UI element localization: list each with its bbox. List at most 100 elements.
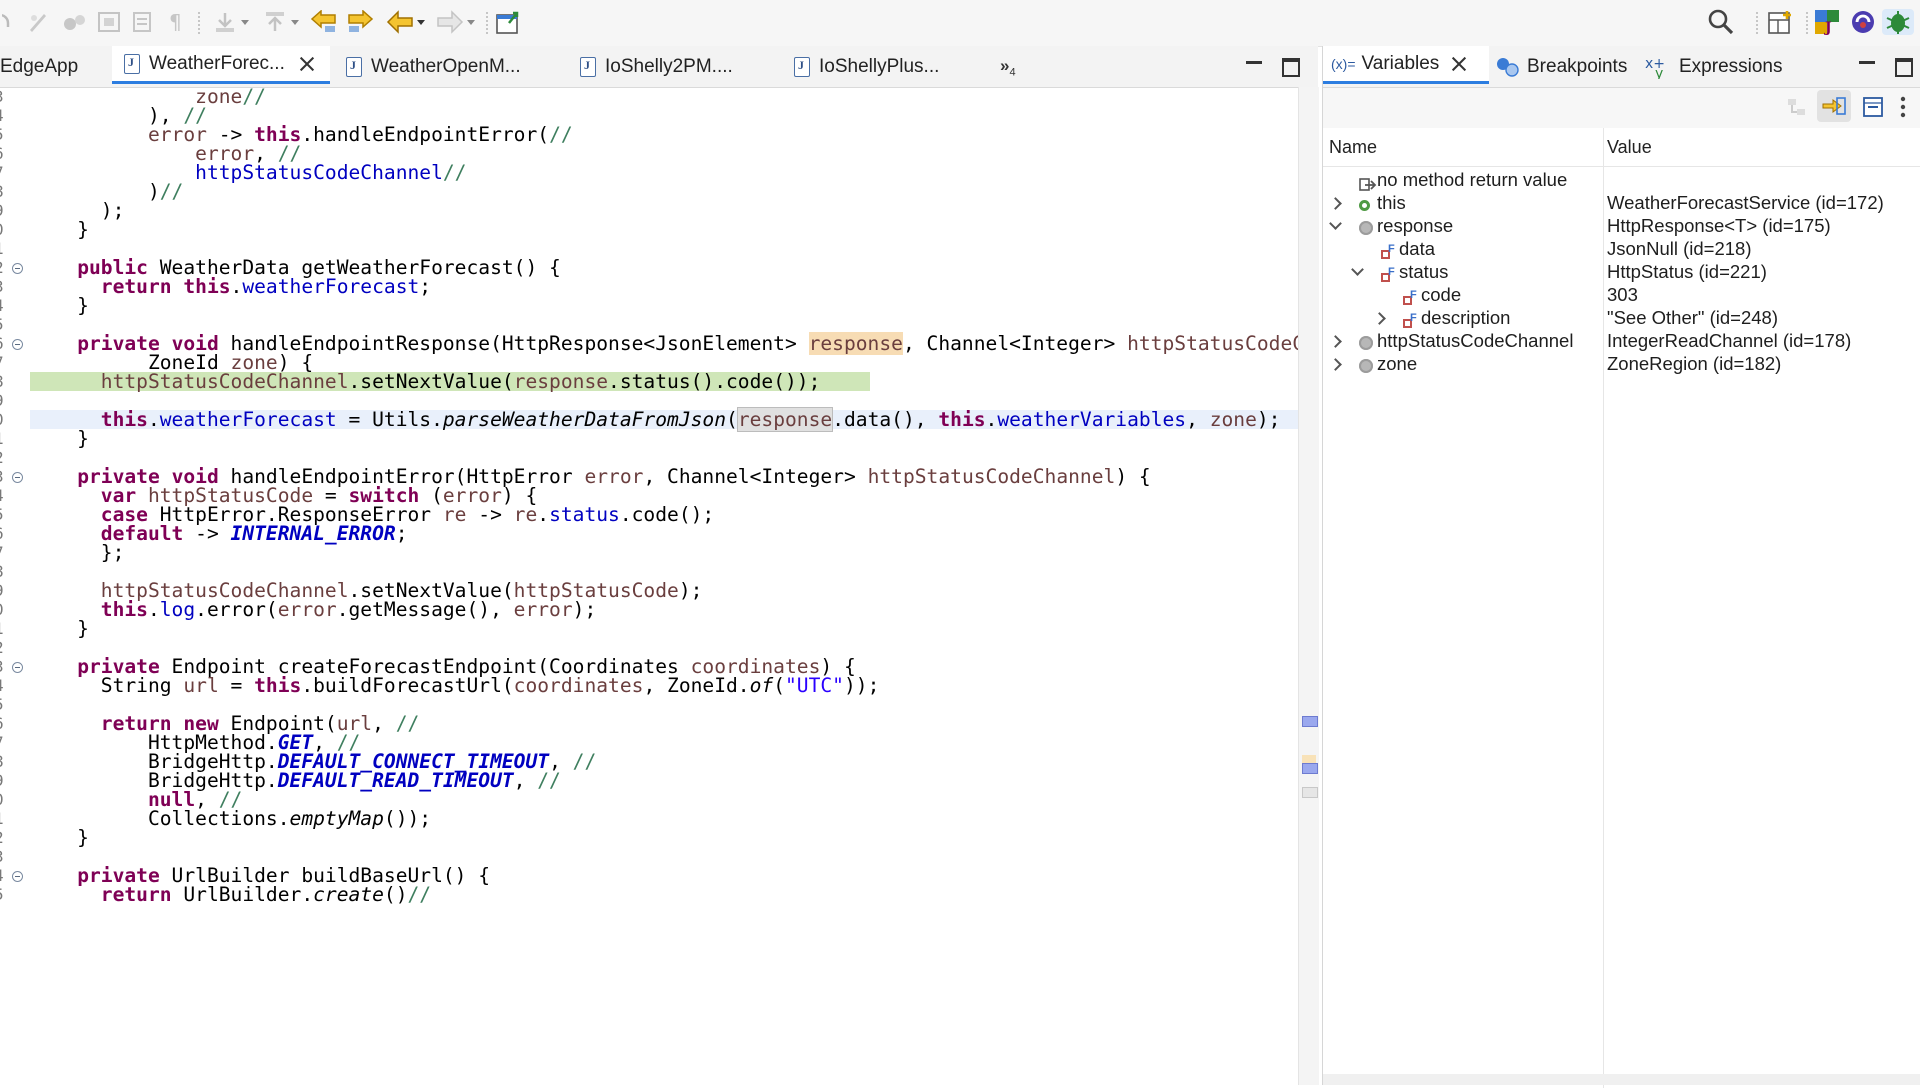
toggle-block-selection-icon[interactable] [94,9,124,35]
variable-row[interactable]: httpStatusCodeChannel IntegerReadChannel … [1323,329,1920,352]
variable-name: zone [1377,353,1418,374]
next-annotation-dropdown[interactable] [208,9,252,35]
collapse-all-icon[interactable] [1859,94,1887,120]
variable-row[interactable]: data JsonNull (id=218) [1323,237,1920,261]
variable-row[interactable]: no method return value [1323,168,1920,191]
minimize-button[interactable] [1246,61,1262,64]
variable-row[interactable]: description "See Other" (id=248) [1323,306,1920,330]
view-menu-icon[interactable] [1893,94,1913,120]
code-area[interactable]: 3 zone//4 ), //5 error -> this.handleEnd… [0,87,1298,1085]
code-line[interactable]: 7 httpStatusCodeChannel// [0,163,1298,183]
chevron-right-icon[interactable] [1373,312,1386,325]
line-number: 6 [0,144,8,163]
tab-edgeapp[interactable]: EdgeApp [0,46,108,87]
last-edit-location-icon[interactable] [308,9,340,35]
code-line[interactable]: 8 )// [0,182,1298,202]
variable-row[interactable]: code 303 [1323,283,1920,307]
forward-dropdown[interactable] [432,9,478,35]
variable-value: 303 [1607,284,1638,305]
git-perspective-icon[interactable] [1848,9,1878,35]
forward-edit-location-icon[interactable] [344,9,376,35]
toggle-mark-occurrences-icon[interactable] [24,9,52,35]
code-line[interactable]: 1 } [0,619,1298,639]
tab-ioshellyplus[interactable]: J IoShellyPlus... [794,46,939,87]
variable-row[interactable]: this WeatherForecastService (id=172) [1323,191,1920,214]
code-text: Collections.emptyMap()); [30,807,432,830]
code-line[interactable]: 2 } [0,828,1298,848]
fold-toggle-icon[interactable] [12,339,23,350]
pin-editor-icon[interactable] [494,9,522,35]
help-icon[interactable] [0,9,16,35]
code-line[interactable]: 7 }; [0,543,1298,563]
close-icon[interactable] [299,56,315,72]
column-header-value[interactable]: Value [1607,137,1652,158]
java-perspective-icon[interactable]: J [1812,9,1842,36]
variable-value: IntegerReadChannel (id=178) [1607,330,1852,351]
open-perspective-icon[interactable] [1766,9,1796,35]
overview-ruler[interactable] [1298,87,1319,1085]
tab-variables[interactable]: (x)= Variables [1323,46,1489,84]
line-number: 8 [0,182,8,201]
chevron-down-icon[interactable] [1351,263,1364,276]
line-number: 2 [0,258,8,277]
code-line[interactable]: 8 httpStatusCodeChannel.setNextValue(res… [0,372,1298,392]
code-line[interactable]: 5 return UrlBuilder.create()// [0,885,1298,905]
code-line[interactable]: 1 Collections.emptyMap()); [0,807,1298,830]
code-line[interactable]: 6 default -> INTERNAL_ERROR; [0,524,1298,544]
code-line[interactable]: 0 this.log.error(error.getMessage(), err… [0,600,1298,620]
column-header-name[interactable]: Name [1329,137,1377,158]
code-line[interactable]: 0 } [0,220,1298,240]
variable-name: httpStatusCodeChannel [1377,330,1574,351]
chevron-right-icon[interactable] [1329,197,1342,210]
chevron-down-icon[interactable] [1329,217,1342,230]
close-icon[interactable] [1451,56,1467,72]
variable-row[interactable]: zone ZoneRegion (id=182) [1323,352,1920,375]
tab-ioshelly2pm[interactable]: J IoShelly2PM.... [580,46,733,87]
line-number: 8 [0,372,8,391]
code-line[interactable]: 4 String url = this.buildForecastUrl(coo… [0,676,1298,696]
maximize-button[interactable] [1282,58,1300,77]
chevron-right-icon[interactable] [1329,335,1342,348]
line-number: 5 [0,695,8,714]
word-wrap-icon[interactable] [128,9,156,35]
show-logical-structure-icon[interactable] [1783,94,1811,120]
variables-icon: (x)= [1331,55,1356,72]
code-line[interactable]: 1 } [0,429,1298,449]
overview-occurrence-marker[interactable] [1302,787,1318,798]
code-line[interactable]: 0 this.weatherForecast = Utils.parseWeat… [0,407,1298,432]
line-number: 2 [0,828,8,847]
line-number: 3 [0,847,8,866]
toggle-breadcrumb-icon[interactable] [60,9,90,35]
previous-annotation-dropdown[interactable] [258,9,302,35]
line-number: 6 [0,524,8,543]
overview-occurrence-marker[interactable] [1302,716,1318,727]
line-number: 6 [0,334,8,353]
code-line[interactable]: 9 ); [0,201,1298,221]
tab-label: Variables [1361,52,1440,74]
maximize-button[interactable] [1895,58,1913,77]
tab-weatheropenmeteo[interactable]: J WeatherOpenM... [346,46,521,87]
variable-row[interactable]: status HttpStatus (id=221) [1323,260,1920,284]
show-whitespace-icon[interactable]: ¶ [164,9,188,35]
chevron-right-icon[interactable] [1329,358,1342,371]
horizontal-scrollbar[interactable] [1323,1074,1920,1085]
overview-occurrence-marker[interactable] [1302,763,1318,774]
java-file-icon: J [794,56,810,77]
show-type-names-toggle[interactable] [1817,90,1851,122]
variable-row[interactable]: response HttpResponse<T> (id=175) [1323,214,1920,237]
minimize-button[interactable] [1859,61,1875,64]
debug-perspective-icon[interactable] [1882,9,1914,35]
code-line[interactable]: 3 return this.weatherForecast; [0,277,1298,297]
tab-weatherforecastservice[interactable]: J WeatherForec... [112,46,330,84]
fold-toggle-icon[interactable] [12,263,23,274]
code-line[interactable]: 4 } [0,296,1298,316]
tab-expressions[interactable]: x+ y Expressions [1645,46,1783,87]
search-icon[interactable] [1706,9,1736,35]
hidden-tabs-overflow-button[interactable]: »4 [1000,56,1016,78]
fold-toggle-icon[interactable] [12,472,23,483]
tab-breakpoints[interactable]: Breakpoints [1495,46,1627,87]
fold-toggle-icon[interactable] [12,662,23,673]
line-number: 4 [0,866,8,885]
fold-toggle-icon[interactable] [12,871,23,882]
back-dropdown[interactable] [382,9,428,35]
